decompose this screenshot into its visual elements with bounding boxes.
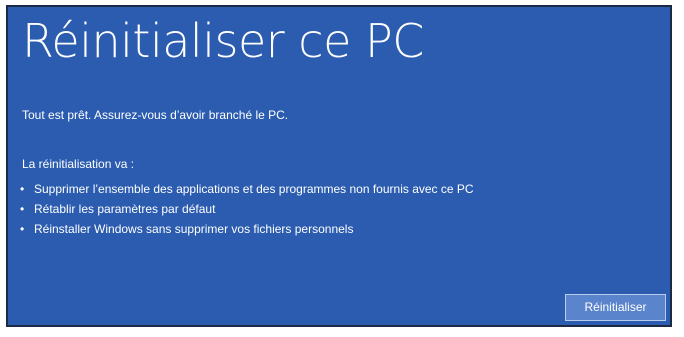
ready-message: Tout est prêt. Assurez-vous d’avoir bran… xyxy=(22,108,289,122)
reset-intro-text: La réinitialisation va : xyxy=(22,157,135,171)
list-item-label: Rétablir les paramètres par défaut xyxy=(34,202,216,216)
page-title: Réinitialiser ce PC xyxy=(22,14,424,68)
bullet-icon: • xyxy=(20,222,25,236)
reset-pc-dialog: Réinitialiser ce PC Tout est prêt. Assur… xyxy=(6,5,672,327)
reset-button[interactable]: Réinitialiser xyxy=(565,294,666,321)
list-item: • Réinstaller Windows sans supprimer vos… xyxy=(20,219,474,239)
list-item: • Supprimer l’ensemble des applications … xyxy=(20,179,474,199)
list-item-label: Réinstaller Windows sans supprimer vos f… xyxy=(34,222,354,236)
list-item-label: Supprimer l’ensemble des applications et… xyxy=(34,182,474,196)
bullet-icon: • xyxy=(20,202,25,216)
reset-actions-list: • Supprimer l’ensemble des applications … xyxy=(20,179,474,239)
bullet-icon: • xyxy=(20,182,25,196)
list-item: • Rétablir les paramètres par défaut xyxy=(20,199,474,219)
